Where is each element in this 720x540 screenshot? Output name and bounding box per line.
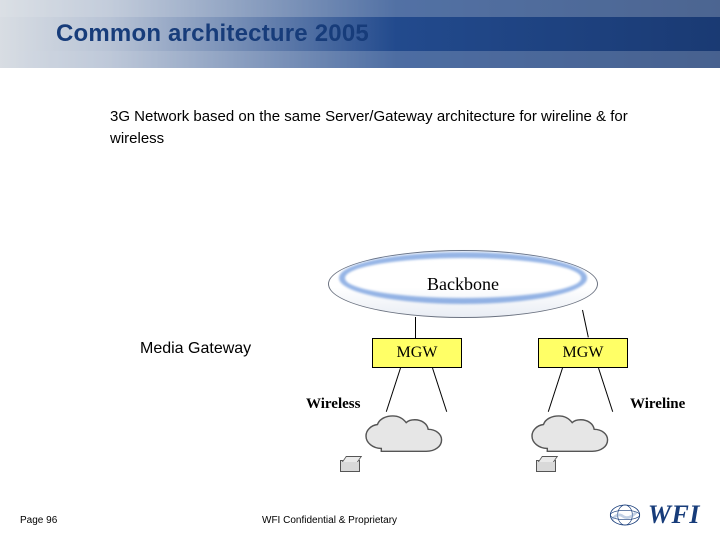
mgw-left: MGW (372, 338, 462, 368)
connector (432, 368, 447, 412)
equipment-icon (536, 460, 556, 472)
title-banner: Common architecture 2005 (0, 0, 720, 68)
mgw-right: MGW (538, 338, 628, 368)
wireless-cloud-icon (362, 414, 458, 458)
connector (582, 310, 589, 338)
page-title: Common architecture 2005 (0, 20, 369, 48)
backbone-node: Backbone (328, 250, 598, 318)
connector (548, 368, 563, 412)
media-gateway-label: Media Gateway (140, 340, 251, 358)
body-text: 3G Network based on the same Server/Gate… (0, 68, 720, 150)
connector (386, 368, 401, 412)
page-number: Page 96 (20, 515, 57, 526)
connector (415, 317, 416, 338)
logo-text: WFI (648, 500, 700, 530)
wireless-label: Wireless (306, 396, 360, 413)
connector (598, 368, 613, 412)
wireline-cloud-icon (528, 414, 624, 458)
architecture-diagram: Backbone Media Gateway MGW MGW Wireless … (0, 210, 720, 500)
equipment-icon (340, 460, 360, 472)
wireline-label: Wireline (630, 396, 685, 413)
description: 3G Network based on the same Server/Gate… (110, 106, 664, 150)
globe-icon (608, 503, 642, 527)
wfi-logo: WFI (608, 500, 700, 530)
confidential-notice: WFI Confidential & Proprietary (262, 515, 397, 526)
